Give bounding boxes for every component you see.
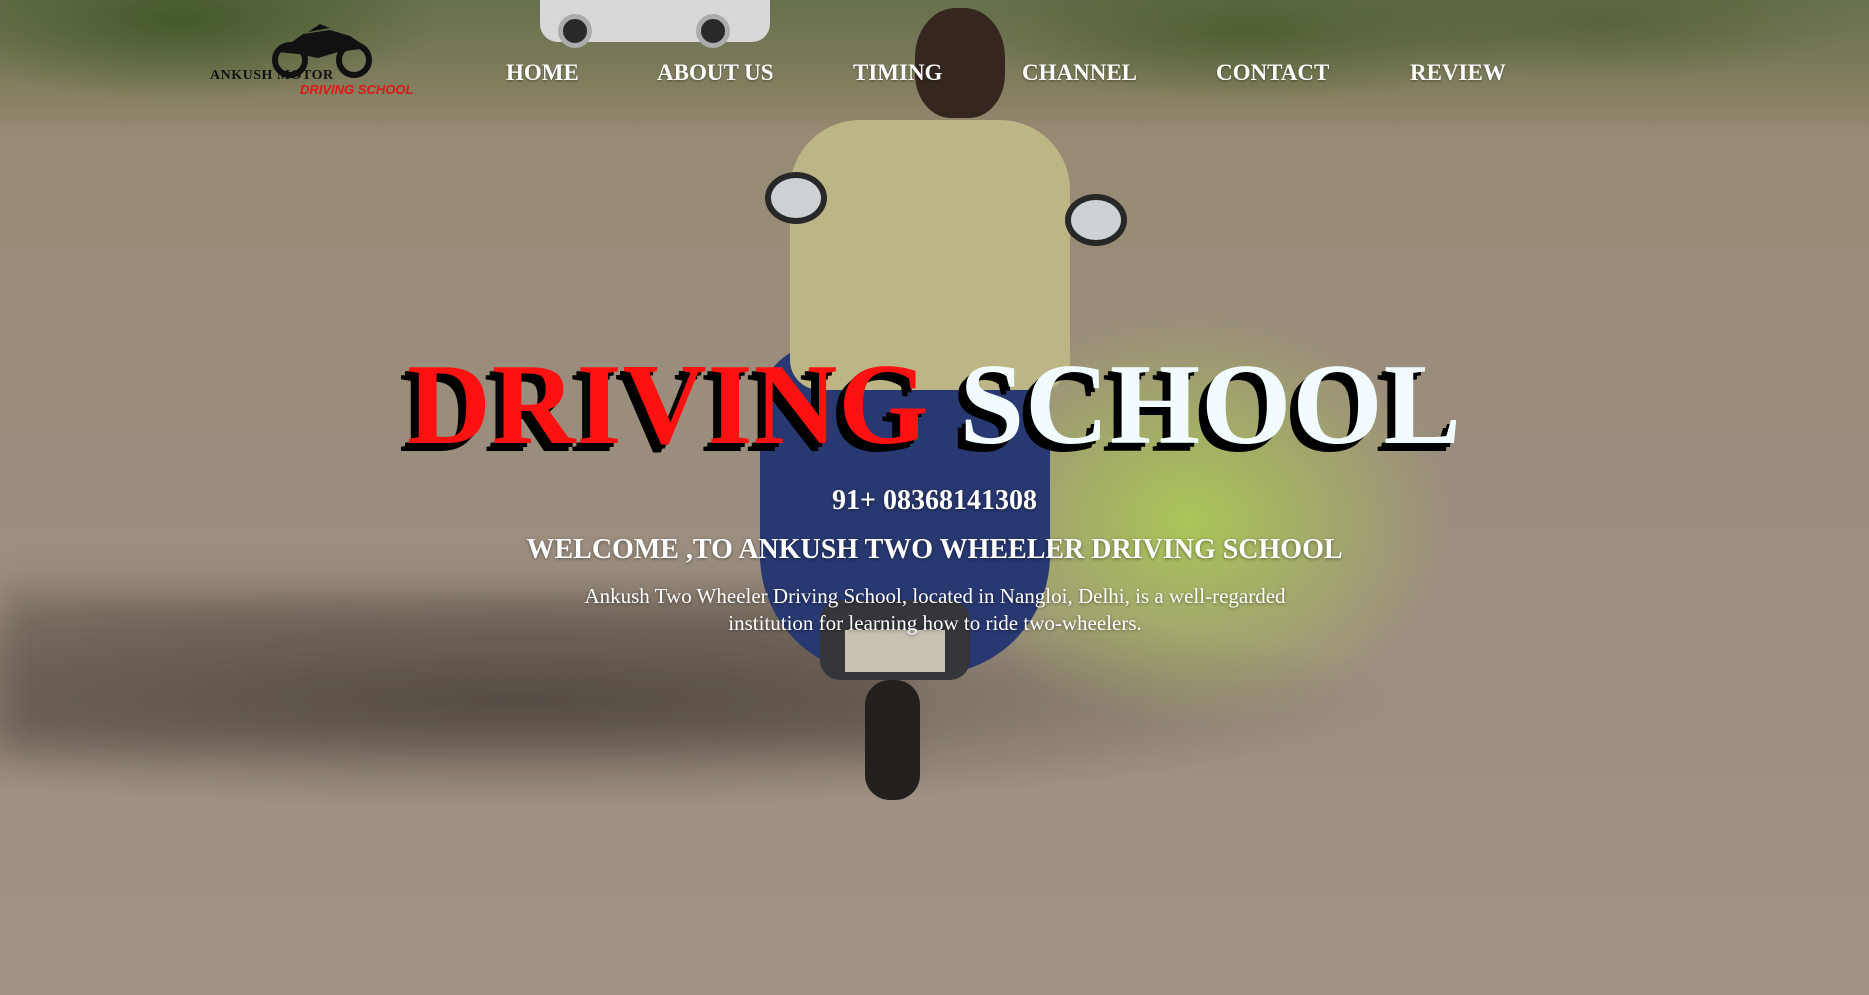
nav-timing-link[interactable]: TIMING [853, 60, 942, 86]
nav-review-link[interactable]: REVIEW [1410, 60, 1506, 86]
nav-contact-link[interactable]: CONTACT [1216, 60, 1329, 86]
nav-about-us-link[interactable]: ABOUT US [657, 60, 774, 86]
nav-home-link[interactable]: HOME [506, 60, 579, 86]
hero-title-driving: DRIVING [407, 341, 930, 469]
main-navigation: HOME ABOUT US TIMING CHANNEL CONTACT REV… [0, 60, 1869, 92]
nav-channel-link[interactable]: CHANNEL [1022, 60, 1137, 86]
welcome-heading: WELCOME ,TO ANKUSH TWO WHEELER DRIVING S… [526, 534, 1343, 565]
hero-title-school: SCHOOL [959, 341, 1462, 469]
phone-number[interactable]: 91+ 08368141308 [0, 485, 1869, 517]
hero-description: Ankush Two Wheeler Driving School, locat… [584, 584, 1286, 635]
hero-title: DRIVING SCHOOL [0, 340, 1869, 470]
